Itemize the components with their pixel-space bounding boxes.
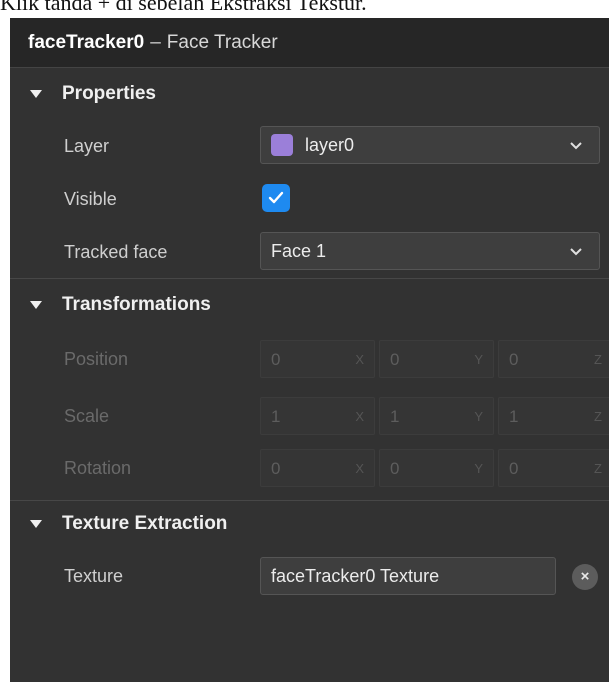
object-type: Face Tracker <box>166 31 278 53</box>
object-name: faceTracker0 <box>28 31 145 53</box>
section-title: Properties <box>62 83 156 104</box>
rotation-z-field[interactable]: 0 Z <box>498 449 609 487</box>
texture-field[interactable]: faceTracker0 Texture <box>260 557 556 595</box>
section-properties-header[interactable]: Properties <box>10 68 609 120</box>
checkmark-icon <box>268 191 284 204</box>
texture-label: Texture <box>64 566 124 586</box>
rotation-y-field[interactable]: 0 Y <box>379 449 494 487</box>
scale-y-field[interactable]: 1 Y <box>379 397 494 435</box>
chevron-down-icon <box>570 142 582 150</box>
clear-texture-button[interactable]: × <box>572 564 598 590</box>
position-x-field[interactable]: 0 X <box>260 340 375 378</box>
position-label: Position <box>64 349 129 369</box>
scale-x-field[interactable]: 1 X <box>260 397 375 435</box>
collapse-triangle-icon[interactable] <box>30 520 42 528</box>
scale-label: Scale <box>64 406 110 426</box>
visible-checkbox[interactable] <box>262 184 290 212</box>
layer-value: layer0 <box>305 134 355 155</box>
instruction-caption: Klik tanda + di sebelah Ekstraksi Tekstu… <box>0 0 367 14</box>
visible-label: Visible <box>64 189 117 209</box>
section-title: Texture Extraction <box>62 513 228 534</box>
tracked-face-value: Face 1 <box>271 240 327 261</box>
inspector-panel: faceTracker0 – Face Tracker Properties L… <box>10 18 609 682</box>
rotation-x-field[interactable]: 0 X <box>260 449 375 487</box>
tracked-face-label: Tracked face <box>64 242 168 262</box>
position-y-field[interactable]: 0 Y <box>379 340 494 378</box>
layer-dropdown[interactable]: layer0 <box>260 126 600 164</box>
tracked-face-dropdown[interactable]: Face 1 <box>260 232 600 270</box>
section-texture-extraction-header[interactable]: Texture Extraction <box>10 498 609 550</box>
collapse-triangle-icon[interactable] <box>30 90 42 98</box>
layer-color-swatch <box>271 134 293 156</box>
position-z-field[interactable]: 0 Z <box>498 340 609 378</box>
texture-value: faceTracker0 Texture <box>271 565 440 586</box>
chevron-down-icon <box>570 248 582 256</box>
section-transformations-header[interactable]: Transformations <box>10 279 609 331</box>
section-title: Transformations <box>62 294 211 315</box>
header-separator: – <box>150 31 161 53</box>
layer-label: Layer <box>64 136 110 156</box>
collapse-triangle-icon[interactable] <box>30 301 42 309</box>
rotation-label: Rotation <box>64 458 132 478</box>
inspector-header: faceTracker0 – Face Tracker <box>10 18 609 68</box>
scale-z-field[interactable]: 1 Z <box>498 397 609 435</box>
